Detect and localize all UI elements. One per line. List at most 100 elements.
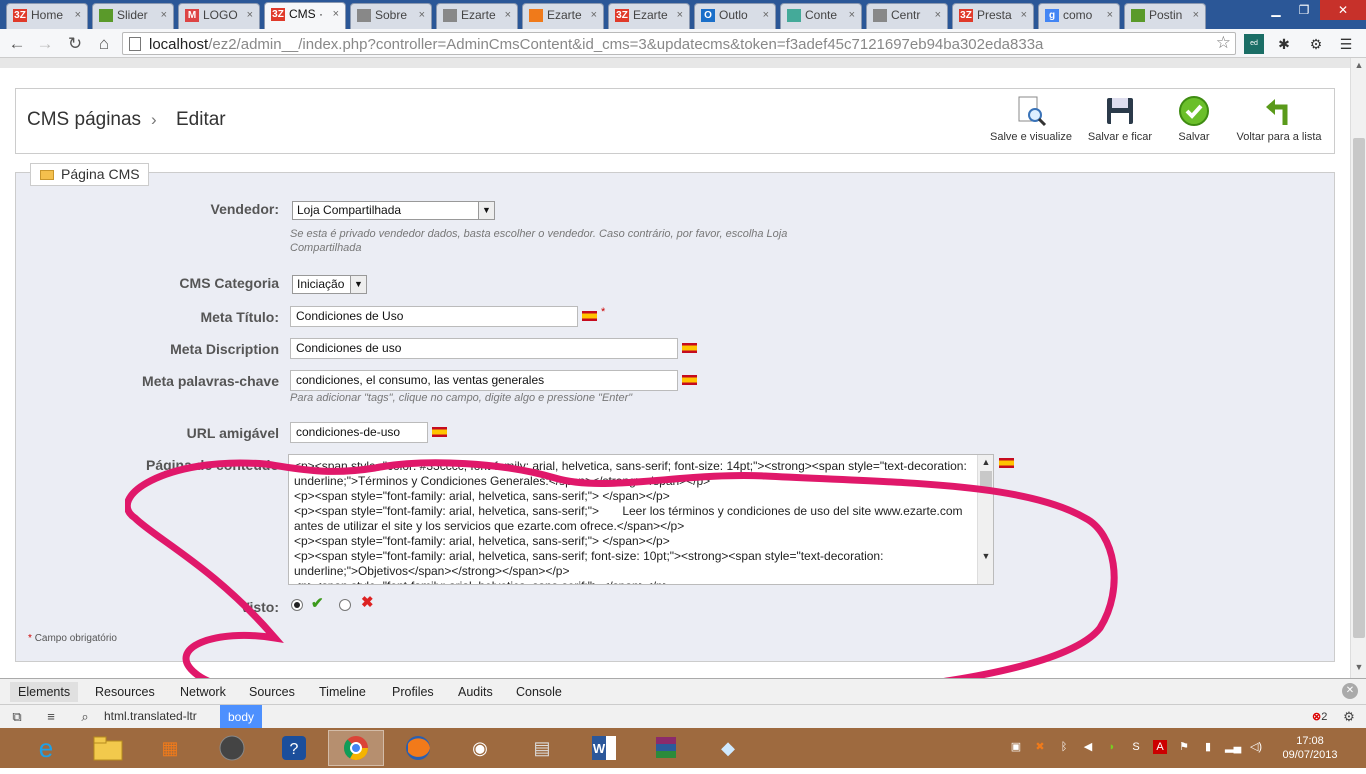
back-icon[interactable]: ← bbox=[6, 33, 28, 55]
battery-icon[interactable]: ▮ bbox=[1201, 740, 1215, 754]
save-stay-button[interactable]: Salvar e ficar bbox=[1082, 95, 1158, 151]
devtools-tab-elements[interactable]: Elements bbox=[10, 682, 79, 702]
devtools-tab-sources[interactable]: Sources bbox=[249, 685, 295, 699]
friendly-url-input[interactable]: condiciones-de-uso bbox=[290, 422, 428, 443]
tab-close-icon[interactable]: × bbox=[763, 4, 769, 26]
bookmark-star-icon[interactable]: ☆ bbox=[1216, 33, 1231, 53]
explorer-folder-icon[interactable] bbox=[80, 730, 136, 766]
restore-button[interactable]: ❐ bbox=[1290, 0, 1318, 20]
page-scrollbar-thumb[interactable] bbox=[1353, 138, 1365, 638]
tab-close-icon[interactable]: × bbox=[591, 4, 597, 26]
browser-tab[interactable]: 3Z Ezarte × bbox=[608, 3, 690, 29]
breadcrumb-section[interactable]: CMS páginas bbox=[27, 109, 141, 131]
browser-tab[interactable]: 3Z Home × bbox=[6, 3, 88, 29]
meta-title-input[interactable]: Condiciones de Uso bbox=[290, 306, 578, 327]
nvidia-icon[interactable]: ◗ bbox=[1105, 740, 1119, 754]
media-player-icon[interactable]: ◉ bbox=[452, 730, 508, 766]
spain-flag-icon[interactable] bbox=[682, 343, 697, 353]
tab-close-icon[interactable]: × bbox=[419, 4, 425, 26]
scroll-up-icon[interactable]: ▲ bbox=[1351, 60, 1366, 70]
browser-tab[interactable]: Postin × bbox=[1124, 3, 1206, 29]
tab-close-icon[interactable]: × bbox=[247, 4, 253, 26]
tab-close-icon[interactable]: × bbox=[75, 4, 81, 26]
browser-tab[interactable]: g como × bbox=[1038, 3, 1120, 29]
page-scrollbar[interactable]: ▲ ▼ bbox=[1350, 58, 1366, 678]
scroll-down-icon[interactable]: ▼ bbox=[978, 551, 993, 561]
menu-icon[interactable]: ☰ bbox=[1336, 34, 1356, 54]
browser-tab[interactable]: 3Z CMS · × bbox=[264, 2, 346, 29]
browser-tab[interactable]: O Outlo × bbox=[694, 3, 776, 29]
vendor-select[interactable]: Loja Compartilhada ▼ bbox=[292, 201, 495, 220]
tray-app-icon[interactable]: ▣ bbox=[1009, 740, 1023, 754]
content-textarea[interactable]: <p><span style="color: #33cccc; font-fam… bbox=[288, 454, 994, 585]
chrome-icon[interactable] bbox=[328, 730, 384, 766]
notes-icon[interactable]: ◆ bbox=[700, 730, 756, 766]
tab-close-icon[interactable]: × bbox=[1193, 4, 1199, 26]
browser-tab[interactable]: Centr × bbox=[866, 3, 948, 29]
office-icon[interactable]: ▦ bbox=[142, 730, 198, 766]
firefox-icon[interactable] bbox=[390, 730, 446, 766]
action-center-flag-icon[interactable]: ⚑ bbox=[1177, 740, 1191, 754]
browser-tab[interactable]: Sobre × bbox=[350, 3, 432, 29]
dom-path[interactable]: html.translated-ltr bbox=[104, 709, 197, 723]
console-toggle-icon[interactable]: ≡ bbox=[42, 708, 60, 726]
error-count[interactable]: ⊗2 bbox=[1312, 710, 1327, 723]
settings-gear-icon[interactable]: ⚙ bbox=[1340, 708, 1358, 726]
ie-icon[interactable]: e bbox=[18, 730, 74, 766]
save-button[interactable]: Salvar bbox=[1172, 95, 1216, 151]
home-icon[interactable]: ⌂ bbox=[93, 33, 115, 55]
forward-icon[interactable]: → bbox=[34, 33, 56, 55]
meta-keywords-input[interactable]: condiciones, el consumo, las ventas gene… bbox=[290, 370, 678, 391]
help-icon[interactable]: ? bbox=[266, 730, 322, 766]
scroll-up-icon[interactable]: ▲ bbox=[978, 457, 993, 467]
save-preview-button[interactable]: Salve e visualize bbox=[986, 95, 1076, 151]
volume-icon[interactable]: ◁) bbox=[1249, 740, 1263, 754]
tab-close-icon[interactable]: × bbox=[333, 3, 339, 25]
tab-close-icon[interactable]: × bbox=[161, 4, 167, 26]
devtools-tab-console[interactable]: Console bbox=[516, 685, 562, 699]
browser-tab[interactable]: Ezarte × bbox=[522, 3, 604, 29]
browser-tab[interactable]: Slider × bbox=[92, 3, 174, 29]
scrollbar-thumb[interactable] bbox=[980, 471, 992, 489]
browser-tab[interactable]: 3Z Presta × bbox=[952, 3, 1034, 29]
devtools-close-icon[interactable]: ✕ bbox=[1342, 683, 1358, 699]
devtools-tab-resources[interactable]: Resources bbox=[95, 685, 155, 699]
tab-close-icon[interactable]: × bbox=[1107, 4, 1113, 26]
winrar-icon[interactable] bbox=[638, 730, 694, 766]
dom-path-body[interactable]: body bbox=[220, 705, 263, 729]
calculator-icon[interactable]: ▤ bbox=[514, 730, 570, 766]
visible-yes-radio[interactable] bbox=[291, 599, 303, 611]
reload-icon[interactable]: ↻ bbox=[64, 33, 86, 55]
network-signal-icon[interactable]: ▂▄ bbox=[1225, 740, 1241, 754]
app-sphere-icon[interactable] bbox=[204, 730, 260, 766]
dock-icon[interactable]: ⧉ bbox=[8, 708, 26, 726]
tab-close-icon[interactable]: × bbox=[505, 4, 511, 26]
devtools-tab-audits[interactable]: Audits bbox=[458, 685, 493, 699]
word-icon[interactable]: W bbox=[576, 730, 632, 766]
meta-description-input[interactable]: Condiciones de uso bbox=[290, 338, 678, 359]
bluetooth-icon[interactable]: ᛒ bbox=[1057, 740, 1071, 754]
settings-gear-icon[interactable]: ⚙ bbox=[1306, 34, 1326, 54]
clock[interactable]: 17:08 09/07/2013 bbox=[1280, 734, 1340, 762]
category-select[interactable]: Iniciação ▼ bbox=[292, 275, 367, 294]
tray-arrow-icon[interactable]: ◀ bbox=[1081, 740, 1095, 754]
spain-flag-icon[interactable] bbox=[682, 375, 697, 385]
tab-close-icon[interactable]: × bbox=[849, 4, 855, 26]
visible-no-radio[interactable] bbox=[339, 599, 351, 611]
browser-tab[interactable]: M LOGO × bbox=[178, 3, 260, 29]
address-bar[interactable]: localhost/ez2/admin__/index.php?controll… bbox=[122, 32, 1236, 55]
search-icon[interactable]: ⌕ bbox=[76, 708, 94, 726]
spain-flag-icon[interactable] bbox=[432, 427, 447, 437]
tab-close-icon[interactable]: × bbox=[935, 4, 941, 26]
devtools-tab-profiles[interactable]: Profiles bbox=[392, 685, 434, 699]
xampp-icon[interactable]: ✖ bbox=[1033, 740, 1047, 754]
close-window-button[interactable]: ✕ bbox=[1320, 0, 1366, 20]
spain-flag-icon[interactable] bbox=[999, 458, 1014, 468]
scroll-down-icon[interactable]: ▼ bbox=[1351, 662, 1366, 672]
devtools-tab-network[interactable]: Network bbox=[180, 685, 226, 699]
back-to-list-button[interactable]: Voltar para a lista bbox=[1231, 95, 1327, 151]
bug-icon[interactable]: ✱ bbox=[1274, 34, 1294, 54]
minimize-button[interactable]: ▁ bbox=[1262, 0, 1290, 20]
tab-close-icon[interactable]: × bbox=[1021, 4, 1027, 26]
devtools-tab-timeline[interactable]: Timeline bbox=[319, 685, 366, 699]
